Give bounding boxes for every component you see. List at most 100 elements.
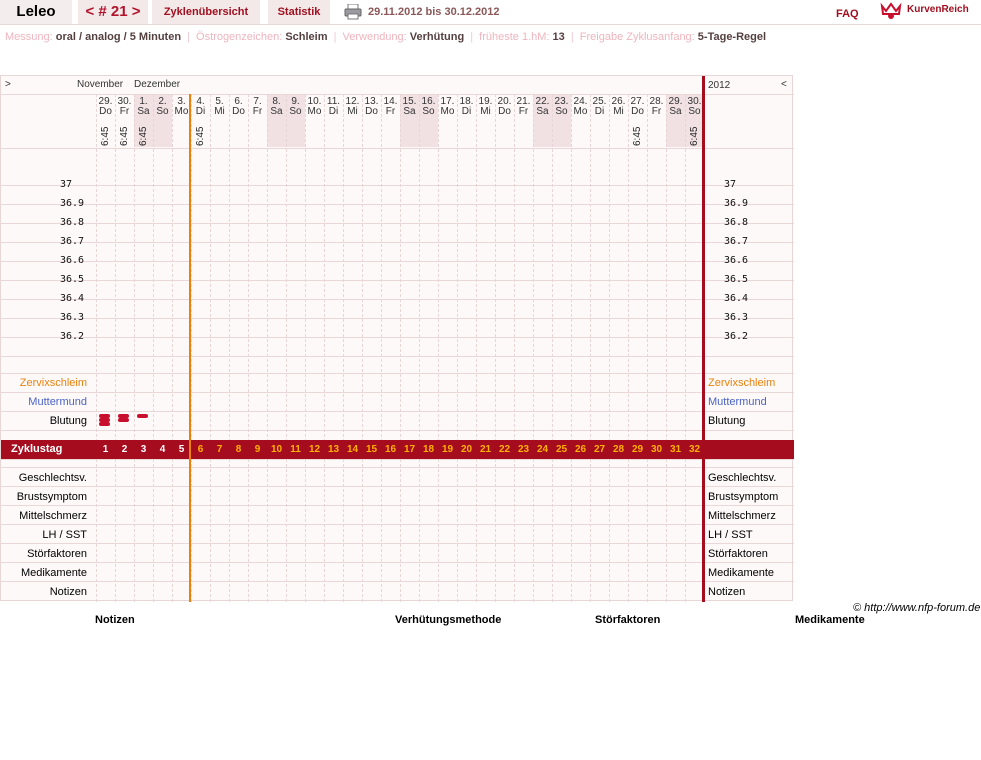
measure-time: 6:45 <box>195 126 206 146</box>
cycle-day-number[interactable]: 7 <box>210 440 229 459</box>
temp-axis-label-right: 36.9 <box>724 198 749 209</box>
cycle-day-number[interactable]: 28 <box>609 440 628 459</box>
grid-line <box>1 562 794 563</box>
grid-column-line <box>419 94 420 602</box>
cycle-settings-bar: Messung: oral / analog / 5 Minuten | Öst… <box>5 30 766 44</box>
day-weekday: Mo <box>440 106 455 117</box>
temp-axis-label-right: 37 <box>724 179 737 190</box>
cycle-day-number[interactable]: 16 <box>381 440 400 459</box>
cycle-day-number[interactable]: 9 <box>248 440 267 459</box>
grid-line <box>1 242 794 243</box>
cycle-day-number[interactable]: 10 <box>267 440 286 459</box>
grid-column-line <box>533 94 534 602</box>
row-label-blutung: Blutung <box>708 415 746 427</box>
temp-axis-label-right: 36.5 <box>724 274 749 285</box>
temp-axis-label-right: 36.4 <box>724 293 749 304</box>
chart-next-button[interactable]: < <box>781 80 787 90</box>
row-label-bottom: Geschlechtsv. <box>708 472 777 484</box>
separator: | <box>187 31 190 43</box>
cycle-day-number[interactable]: 3 <box>134 440 153 459</box>
row-label-bottom: Notizen <box>708 586 746 598</box>
day-weekday: Fr <box>119 106 130 117</box>
cycle-day-number[interactable]: 29 <box>628 440 647 459</box>
cycle-day-number[interactable]: 24 <box>533 440 552 459</box>
temp-axis-label-left: 36.6 <box>60 255 85 266</box>
cycle-day-number[interactable]: 17 <box>400 440 419 459</box>
grid-column-line <box>647 94 648 602</box>
separator: | <box>470 31 474 43</box>
grid-column-line <box>210 94 211 602</box>
chart-prev-button[interactable]: > <box>5 80 11 90</box>
grid-column-line <box>267 94 268 602</box>
cycle-day-number[interactable]: 4 <box>153 440 172 459</box>
row-label-bottom: Mittelschmerz <box>19 510 87 522</box>
grid-line <box>1 373 794 374</box>
cycle-day-number[interactable]: 27 <box>590 440 609 459</box>
grid-column-line <box>343 94 344 602</box>
cycle-day-number[interactable]: 8 <box>229 440 248 459</box>
grid-line <box>1 543 794 544</box>
measure-value: oral / analog / 5 Minuten <box>55 31 182 43</box>
day-weekday: So <box>156 106 169 117</box>
grid-column-line <box>514 94 515 602</box>
grid-column-line <box>362 94 363 602</box>
grid-line <box>1 299 794 300</box>
cycle-nav[interactable]: < # 21 > <box>78 0 148 24</box>
app-title[interactable]: Leleo <box>0 0 72 24</box>
day-weekday: Mi <box>480 106 491 117</box>
printer-icon[interactable] <box>344 4 362 20</box>
copyright[interactable]: © http://www.nfp-forum.de <box>853 602 980 614</box>
grid-column-line <box>324 94 325 602</box>
cycle-day-number[interactable]: 11 <box>286 440 305 459</box>
row-label-bottom: Medikamente <box>20 567 87 579</box>
cycle-day-number[interactable]: 31 <box>666 440 685 459</box>
row-label-bottom: Brustsymptom <box>16 491 87 503</box>
cycle-day-number[interactable]: 2 <box>115 440 134 459</box>
row-label-bottom: Brustsymptom <box>708 491 779 503</box>
temp-axis-label-right: 36.7 <box>724 236 749 247</box>
grid-column-line <box>115 94 116 602</box>
cycle-day-number[interactable]: 20 <box>457 440 476 459</box>
cycle-day-number[interactable]: 30 <box>647 440 666 459</box>
day-weekday: So <box>289 106 302 117</box>
grid-column-line <box>248 94 249 602</box>
grid-column-line <box>666 94 667 602</box>
cycle-day-number[interactable]: 21 <box>476 440 495 459</box>
day-weekday: Mo <box>573 106 588 117</box>
grid-column-line <box>438 94 439 602</box>
day-weekday: So <box>555 106 568 117</box>
grid-line <box>1 581 794 582</box>
bleeding-mark <box>118 418 129 422</box>
row-label-bottom: Medikamente <box>708 567 775 579</box>
day-weekday: Mi <box>214 106 225 117</box>
top-bar: Leleo < # 21 > Zyklenübersicht Statistik… <box>0 0 981 25</box>
cycle-day-number[interactable]: 14 <box>343 440 362 459</box>
grid-column-line <box>229 94 230 602</box>
cycle-day-number[interactable]: 22 <box>495 440 514 459</box>
cycle-day-number[interactable]: 13 <box>324 440 343 459</box>
cycle-day-number[interactable]: 15 <box>362 440 381 459</box>
grid-column-line <box>685 94 686 602</box>
cycle-day-number[interactable]: 12 <box>305 440 324 459</box>
grid-column-line <box>609 94 610 602</box>
faq-link[interactable]: FAQ <box>836 2 859 26</box>
cycle-day-number[interactable]: 23 <box>514 440 533 459</box>
grid-column-line <box>476 94 477 602</box>
grid-line <box>1 223 794 224</box>
month-label: Dezember <box>134 79 181 90</box>
cycle-day-number[interactable]: 1 <box>96 440 115 459</box>
brand-name[interactable]: KurvenReich <box>907 0 969 22</box>
crown-heart-icon[interactable] <box>880 2 902 20</box>
row-label-blutung: Blutung <box>49 415 87 427</box>
first-hm-value: 13 <box>552 31 565 43</box>
tab-statistics[interactable]: Statistik <box>268 0 330 24</box>
cycle-day-number[interactable]: 18 <box>419 440 438 459</box>
grid-column-line <box>305 94 306 602</box>
cycle-day-number[interactable]: 6 <box>191 440 210 459</box>
cycle-day-number[interactable]: 26 <box>571 440 590 459</box>
tab-cycle-overview[interactable]: Zyklenübersicht <box>152 0 260 24</box>
cycle-day-number[interactable]: 25 <box>552 440 571 459</box>
cycle-day-number[interactable]: 19 <box>438 440 457 459</box>
row-label-bottom: Geschlechtsv. <box>18 472 87 484</box>
grid-column-line <box>153 94 154 602</box>
